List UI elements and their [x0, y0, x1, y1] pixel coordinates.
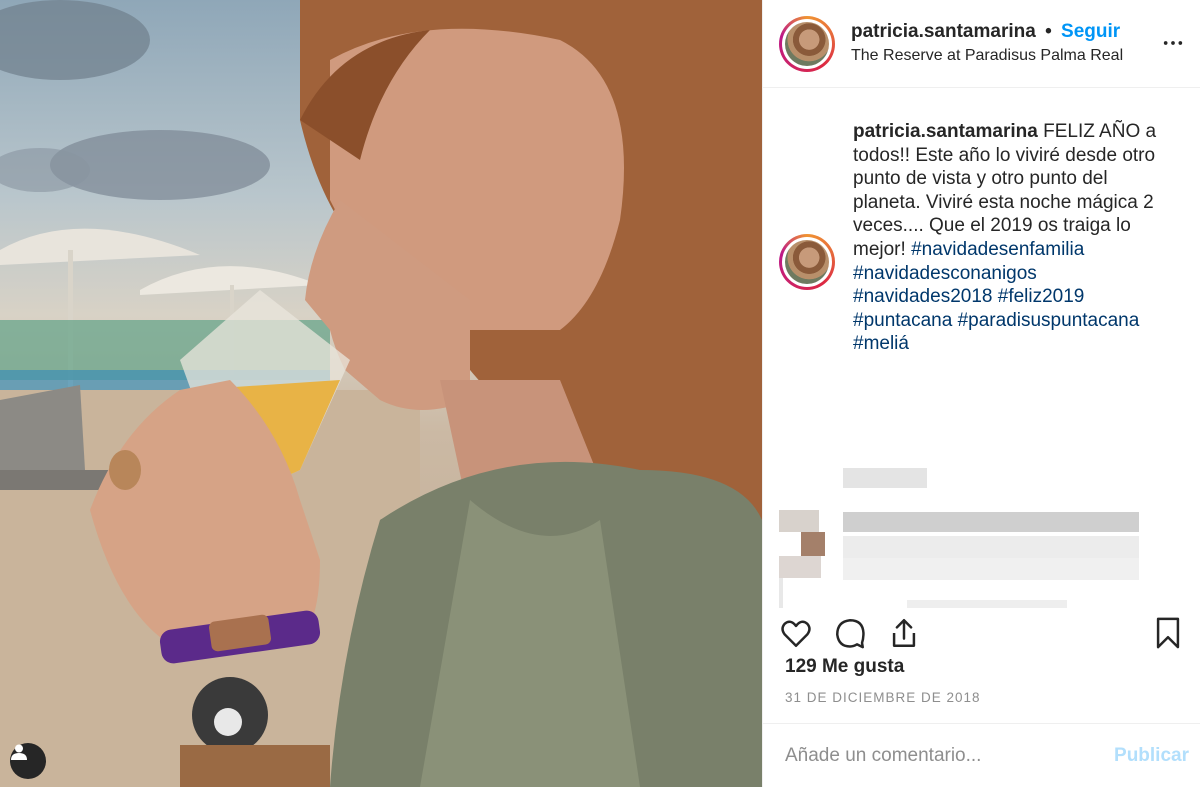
post-date[interactable]: 31 DE DICIEMBRE DE 2018 — [785, 690, 981, 705]
separator-dot: • — [1045, 20, 1052, 42]
share-icon[interactable] — [887, 616, 921, 650]
hashtag-link[interactable]: #navidadesconanigos — [853, 263, 1037, 284]
caption-text: patricia.santamarina FELIZ AÑO a todos!!… — [853, 120, 1173, 356]
post-header: patricia.santamarina • Seguir The Reserv… — [763, 0, 1200, 88]
header-text: patricia.santamarina • Seguir The Reserv… — [851, 21, 1123, 67]
comments-area[interactable]: patricia.santamarina FELIZ AÑO a todos!!… — [763, 88, 1200, 608]
comment-input[interactable] — [785, 744, 1115, 767]
hashtag-link[interactable]: #navidades2018 — [853, 286, 992, 307]
hashtag-link[interactable]: #paradisuspuntacana — [958, 310, 1140, 331]
hashtag-link[interactable]: #navidadesenfamilia — [911, 239, 1084, 260]
bookmark-icon[interactable] — [1151, 616, 1185, 650]
pixelated-comments — [779, 468, 1139, 608]
action-bar — [763, 608, 1200, 658]
caption-username[interactable]: patricia.santamarina — [853, 121, 1038, 142]
hashtag-link[interactable]: #puntacana — [853, 310, 952, 331]
user-tag-button[interactable] — [10, 743, 46, 779]
comment-icon[interactable] — [833, 616, 867, 650]
avatar-image — [785, 21, 829, 66]
location-link[interactable]: The Reserve at Paradisus Palma Real — [851, 45, 1123, 67]
more-options-icon[interactable] — [1162, 32, 1184, 54]
hashtag-link[interactable]: #feliz2019 — [998, 286, 1085, 307]
likes-count[interactable]: 129 Me gusta — [785, 656, 904, 678]
comment-bar: Publicar — [763, 723, 1200, 787]
caption-avatar-image — [785, 240, 829, 284]
caption-avatar[interactable] — [779, 234, 835, 290]
username-link[interactable]: patricia.santamarina — [851, 21, 1036, 42]
avatar[interactable] — [779, 15, 835, 72]
post-panel: patricia.santamarina • Seguir The Reserv… — [762, 0, 1200, 787]
follow-button[interactable]: Seguir — [1061, 21, 1120, 42]
caption: patricia.santamarina FELIZ AÑO a todos!!… — [779, 104, 1184, 356]
hashtag-link[interactable]: #meliá — [853, 333, 909, 354]
user-tag-icon — [11, 744, 27, 760]
heart-icon[interactable] — [779, 616, 813, 650]
publish-button[interactable]: Publicar — [1114, 745, 1189, 767]
photo-illustration — [0, 0, 762, 787]
post-photo[interactable] — [0, 0, 762, 787]
